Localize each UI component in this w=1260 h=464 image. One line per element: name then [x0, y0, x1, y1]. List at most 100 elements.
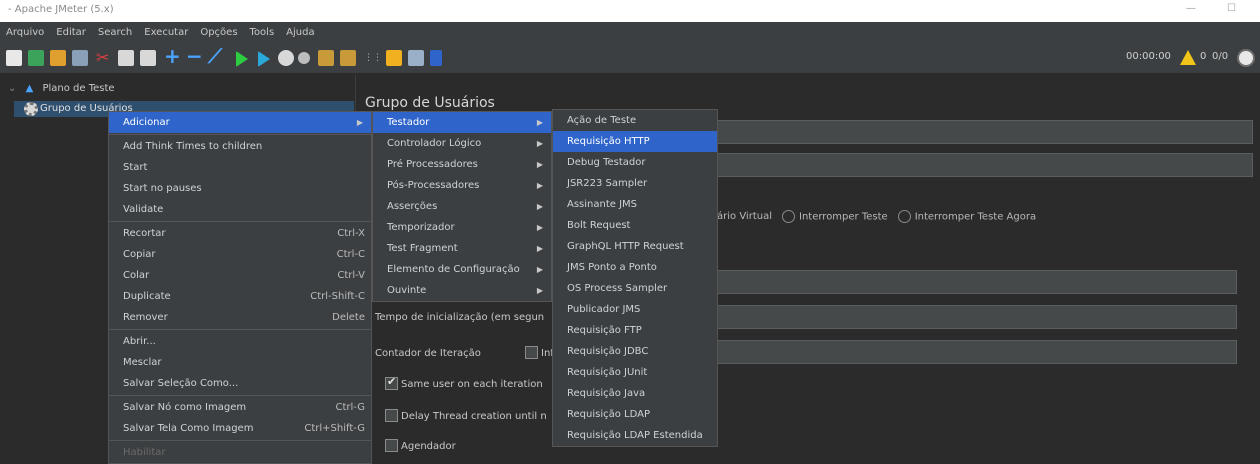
add-submenu-item-ouvinte[interactable]: Ouvinte ▶	[373, 280, 551, 301]
clear-all-icon[interactable]	[340, 50, 356, 66]
menu-item-label: Test Fragment	[387, 243, 458, 254]
loop-count-field[interactable]	[717, 340, 1237, 364]
remote-globe-icon[interactable]	[1237, 49, 1255, 67]
clear-icon[interactable]	[318, 50, 334, 66]
sampler-item-jms-ponto-a-ponto[interactable]: JMS Ponto a Ponto	[553, 257, 717, 278]
menu-item-label: Mesclar	[123, 357, 162, 368]
menu-item-label: Salvar Nó como Imagem	[123, 402, 247, 413]
sampler-item-jsr223-sampler[interactable]: JSR223 Sampler	[553, 173, 717, 194]
context-menu-item-salvar-tela-como-imagem[interactable]: Salvar Tela Como Imagem Ctrl+Shift-G	[109, 418, 371, 439]
menu-ajuda[interactable]: Ajuda	[286, 27, 314, 38]
save-icon[interactable]	[72, 50, 88, 66]
menu-editar[interactable]: Editar	[56, 27, 86, 38]
menu-opcoes[interactable]: Opções	[200, 27, 237, 38]
menu-tools[interactable]: Tools	[250, 27, 275, 38]
cut-icon[interactable]: ✂	[96, 50, 112, 66]
sampler-item-requisicao-http[interactable]: Requisição HTTP	[553, 131, 717, 152]
window-controls[interactable]: — ☐	[1186, 3, 1250, 14]
comments-field[interactable]	[717, 153, 1253, 177]
context-menu-item-duplicate[interactable]: Duplicate Ctrl-Shift-C	[109, 286, 371, 307]
menu-item-label: Requisição FTP	[567, 325, 642, 336]
menu-item-label: Duplicate	[123, 291, 171, 302]
context-menu-item-abrir[interactable]: Abrir...	[109, 331, 371, 352]
menu-item-shortcut: Ctrl-Shift-C	[310, 291, 365, 302]
gear-icon	[24, 102, 38, 116]
radio-stop-test[interactable]: Interromper Teste	[782, 210, 888, 223]
warning-icon[interactable]	[1180, 50, 1196, 65]
menu-arquivo[interactable]: Arquivo	[6, 27, 44, 38]
context-menu-item-salvar-selecao-como[interactable]: Salvar Seleção Como...	[109, 373, 371, 394]
context-menu-item-colar[interactable]: Colar Ctrl-V	[109, 265, 371, 286]
menu-item-label: Colar	[123, 270, 150, 281]
rampup-field[interactable]	[717, 305, 1237, 329]
menu-search[interactable]: Search	[98, 27, 132, 38]
add-submenu-item-test-fragment[interactable]: Test Fragment ▶	[373, 238, 551, 259]
sampler-item-graphql-http-request[interactable]: GraphQL HTTP Request	[553, 236, 717, 257]
function-helper-icon[interactable]	[408, 50, 424, 66]
sampler-item-requisicao-jdbc[interactable]: Requisição JDBC	[553, 341, 717, 362]
start-no-pauses-icon[interactable]	[258, 51, 270, 67]
sampler-item-requisicao-java[interactable]: Requisição Java	[553, 383, 717, 404]
shutdown-icon[interactable]	[298, 52, 310, 64]
reset-search-icon[interactable]	[386, 50, 402, 66]
context-menu-item-validate[interactable]: Validate	[109, 199, 371, 220]
sampler-item-requisicao-ldap-estendida[interactable]: Requisição LDAP Estendida	[553, 425, 717, 446]
menu-item-label: Requisição JDBC	[567, 346, 649, 357]
add-submenu-item-testador[interactable]: Testador ▶	[373, 112, 551, 133]
new-icon[interactable]	[6, 50, 22, 66]
sampler-item-assinante-jms[interactable]: Assinante JMS	[553, 194, 717, 215]
context-menu-item-mesclar[interactable]: Mesclar	[109, 352, 371, 373]
context-menu-item-add-think-times-to-children[interactable]: Add Think Times to children	[109, 136, 371, 157]
sampler-submenu: Ação de Teste Requisição HTTP Debug Testad…	[552, 109, 718, 447]
infinite-checkbox[interactable]	[525, 346, 538, 359]
radio-stop-test-now[interactable]: Interromper Teste Agora	[897, 210, 1037, 223]
add-submenu-item-controlador-logico[interactable]: Controlador Lógico ▶	[373, 133, 551, 154]
context-menu-item-copiar[interactable]: Copiar Ctrl-C	[109, 244, 371, 265]
search-icon[interactable]: ⋮⋮	[364, 50, 382, 66]
copy-icon[interactable]	[118, 50, 134, 66]
context-menu-item-recortar[interactable]: Recortar Ctrl-X	[109, 223, 371, 244]
context-menu-item-start[interactable]: Start	[109, 157, 371, 178]
context-menu-item-adicionar[interactable]: Adicionar ▶	[109, 112, 371, 133]
sampler-item-acao-de-teste[interactable]: Ação de Teste	[553, 110, 717, 131]
expand-toggle-icon[interactable]: ⌄	[8, 83, 16, 94]
context-menu-item-remover[interactable]: Remover Delete	[109, 307, 371, 328]
add-submenu-item-pos-processadores[interactable]: Pós-Processadores ▶	[373, 175, 551, 196]
radio-stop-test-now-label: Interromper Teste Agora	[914, 211, 1037, 223]
menu-item-label: Requisição JUnit	[567, 367, 648, 378]
menu-executar[interactable]: Executar	[144, 27, 188, 38]
toggle-icon[interactable]: ⟋	[208, 43, 224, 68]
delay-thread-checkbox[interactable]	[385, 409, 398, 422]
collapse-icon[interactable]: −	[186, 43, 203, 68]
templates-icon[interactable]	[28, 50, 44, 66]
context-menu-item-salvar-no-como-imagem[interactable]: Salvar Nó como Imagem Ctrl-G	[109, 397, 371, 418]
add-submenu-item-elemento-de-configuracao[interactable]: Elemento de Configuração ▶	[373, 259, 551, 280]
sampler-item-requisicao-ftp[interactable]: Requisição FTP	[553, 320, 717, 341]
same-user-checkbox[interactable]	[385, 375, 398, 390]
open-icon[interactable]	[50, 50, 66, 66]
scheduler-checkbox[interactable]	[385, 439, 398, 452]
paste-icon[interactable]	[140, 50, 156, 66]
add-submenu-item-temporizador[interactable]: Temporizador ▶	[373, 217, 551, 238]
add-submenu-item-pre-processadores[interactable]: Pré Processadores ▶	[373, 154, 551, 175]
sampler-item-requisicao-junit[interactable]: Requisição JUnit	[553, 362, 717, 383]
tree-root-test-plan[interactable]: ⌄ ▲ Plano de Teste	[8, 83, 115, 94]
threads-field[interactable]	[717, 270, 1237, 294]
sampler-item-publicador-jms[interactable]: Publicador JMS	[553, 299, 717, 320]
sampler-item-debug-testador[interactable]: Debug Testador	[553, 152, 717, 173]
name-field[interactable]	[717, 120, 1253, 144]
sampler-item-requisicao-ldap[interactable]: Requisição LDAP	[553, 404, 717, 425]
stop-icon[interactable]	[278, 50, 294, 66]
sampler-item-os-process-sampler[interactable]: OS Process Sampler	[553, 278, 717, 299]
menu-bar: Arquivo Editar Search Executar Opções To…	[0, 22, 1260, 42]
context-menu-item-start-no-pauses[interactable]: Start no pauses	[109, 178, 371, 199]
menu-item-label: Pré Processadores	[387, 159, 478, 170]
add-submenu-item-assercoes[interactable]: Asserções ▶	[373, 196, 551, 217]
menu-item-label: Publicador JMS	[567, 304, 641, 315]
window-title: - Apache JMeter (5.x)	[8, 4, 114, 15]
menu-separator	[109, 395, 371, 396]
help-icon[interactable]	[430, 50, 442, 66]
expand-icon[interactable]: +	[164, 43, 181, 68]
start-icon[interactable]	[236, 51, 248, 67]
sampler-item-bolt-request[interactable]: Bolt Request	[553, 215, 717, 236]
